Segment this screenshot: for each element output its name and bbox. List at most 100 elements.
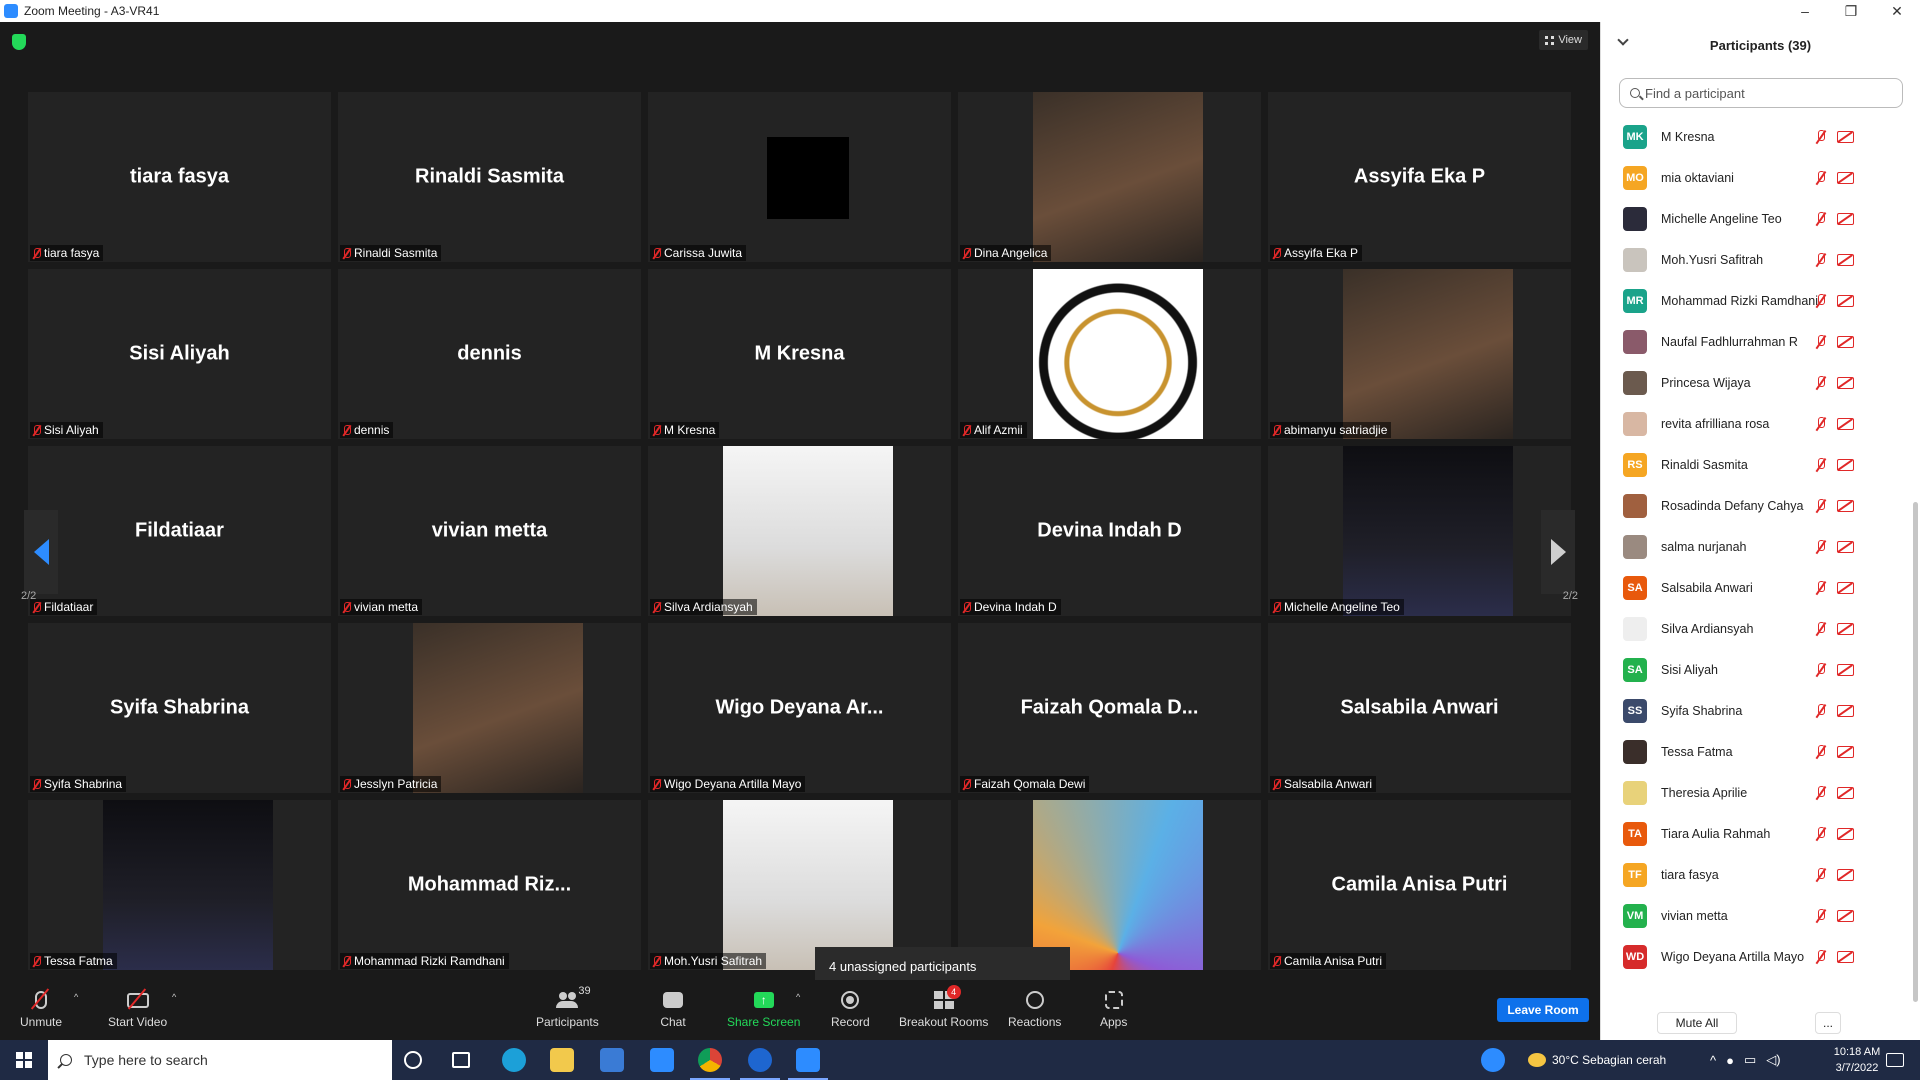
video-off-icon[interactable] [1837, 786, 1854, 799]
video-tile[interactable]: Rinaldi Sasmita Rinaldi Sasmita [338, 92, 641, 262]
participant-row[interactable]: MR Mohammad Rizki Ramdhani [1601, 280, 1911, 321]
video-tile[interactable]: Syifa Shabrina Syifa Shabrina [28, 623, 331, 793]
video-off-icon[interactable] [1837, 827, 1854, 840]
unmute-button[interactable]: Unmute [20, 988, 62, 1029]
participant-row[interactable]: MO mia oktaviani [1601, 157, 1911, 198]
mic-off-icon[interactable] [1815, 867, 1827, 882]
participant-row[interactable]: MK M Kresna [1601, 116, 1911, 157]
participant-row[interactable]: WD Wigo Deyana Artilla Mayo [1601, 936, 1911, 977]
video-off-icon[interactable] [1837, 417, 1854, 430]
mic-off-icon[interactable] [1815, 621, 1827, 636]
breakout-rooms-button[interactable]: 4 Breakout Rooms [899, 985, 988, 1029]
chevron-down-icon[interactable] [1617, 34, 1629, 46]
panel-scrollbar[interactable] [1913, 502, 1918, 1002]
video-tile[interactable]: vivian metta vivian metta [338, 446, 641, 616]
mic-off-icon[interactable] [1815, 416, 1827, 431]
participant-row[interactable]: SS Syifa Shabrina [1601, 690, 1911, 731]
video-tile[interactable]: abimanyu satriadjie [1268, 269, 1571, 439]
video-off-icon[interactable] [1837, 745, 1854, 758]
mic-off-icon[interactable] [1815, 293, 1827, 308]
participant-row[interactable]: salma nurjanah [1601, 526, 1911, 567]
mic-off-icon[interactable] [1815, 129, 1827, 144]
notifications-icon[interactable] [1886, 1053, 1904, 1067]
chat-button[interactable]: Chat [660, 988, 686, 1029]
video-off-icon[interactable] [1837, 294, 1854, 307]
minimize-button[interactable]: – [1782, 0, 1828, 22]
video-tile[interactable]: Mohammad Riz... Mohammad Rizki Ramdhani [338, 800, 641, 970]
video-tile[interactable]: Tessa Fatma [28, 800, 331, 970]
video-off-icon[interactable] [1837, 130, 1854, 143]
mic-off-icon[interactable] [1815, 744, 1827, 759]
edge-icon[interactable] [502, 1048, 526, 1072]
video-off-icon[interactable] [1837, 663, 1854, 676]
help-icon[interactable] [1481, 1048, 1505, 1072]
video-tile[interactable]: Wigo Deyana Ar... Wigo Deyana Artilla May… [648, 623, 951, 793]
microphone-icon[interactable]: ● [1726, 1053, 1734, 1068]
participant-row[interactable]: VM vivian metta [1601, 895, 1911, 936]
video-off-icon[interactable] [1837, 868, 1854, 881]
video-tile[interactable]: Camila Anisa Putri Camila Anisa Putri [1268, 800, 1571, 970]
apps-button[interactable]: Apps [1100, 988, 1127, 1029]
store-icon[interactable] [600, 1048, 624, 1072]
clock[interactable]: 10:18 AM 3/7/2022 [1827, 1044, 1887, 1076]
video-options-caret[interactable]: ^ [172, 992, 176, 1002]
teamviewer-icon[interactable] [740, 1048, 780, 1080]
video-tile[interactable]: M Kresna M Kresna [648, 269, 951, 439]
mic-off-icon[interactable] [1815, 334, 1827, 349]
video-tile[interactable]: Faizah Qomala D... Faizah Qomala Dewi [958, 623, 1261, 793]
participant-row[interactable]: Michelle Angeline Teo [1601, 198, 1911, 239]
file-explorer-icon[interactable] [550, 1048, 574, 1072]
mic-off-icon[interactable] [1815, 949, 1827, 964]
video-tile[interactable]: Carissa Juwita [648, 92, 951, 262]
participant-row[interactable]: Theresia Aprilie [1601, 772, 1911, 813]
mic-off-icon[interactable] [1815, 703, 1827, 718]
reactions-button[interactable]: Reactions [1008, 988, 1061, 1029]
task-view-icon[interactable] [452, 1052, 470, 1068]
mic-off-icon[interactable] [1815, 498, 1827, 513]
video-tile[interactable]: Michelle Angeline Teo [1268, 446, 1571, 616]
mic-off-icon[interactable] [1815, 211, 1827, 226]
audio-options-caret[interactable]: ^ [74, 992, 78, 1002]
mail-icon[interactable] [650, 1048, 674, 1072]
chrome-icon[interactable] [690, 1048, 730, 1080]
video-tile[interactable]: Sisi Aliyah Sisi Aliyah [28, 269, 331, 439]
mute-all-button[interactable]: Mute All [1657, 1012, 1737, 1034]
participant-row[interactable]: Silva Ardiansyah [1601, 608, 1911, 649]
video-off-icon[interactable] [1837, 376, 1854, 389]
start-button[interactable] [0, 1040, 48, 1080]
video-tile[interactable]: Silva Ardiansyah [648, 446, 951, 616]
zoom-taskbar-icon[interactable] [788, 1048, 828, 1080]
video-off-icon[interactable] [1837, 622, 1854, 635]
video-tile[interactable]: Alif Azmii [958, 269, 1261, 439]
participant-row[interactable]: Tessa Fatma [1601, 731, 1911, 772]
cortana-icon[interactable] [404, 1051, 422, 1069]
mic-off-icon[interactable] [1815, 252, 1827, 267]
video-off-icon[interactable] [1837, 171, 1854, 184]
participants-button[interactable]: 39 Participants [536, 985, 599, 1029]
close-button[interactable]: ✕ [1874, 0, 1920, 22]
video-tile[interactable]: Moh.Yusri Safitrah [648, 800, 951, 970]
mic-off-icon[interactable] [1815, 662, 1827, 677]
mic-off-icon[interactable] [1815, 785, 1827, 800]
network-icon[interactable]: ▭ [1744, 1052, 1756, 1068]
video-off-icon[interactable] [1837, 950, 1854, 963]
maximize-button[interactable]: ❐ [1828, 0, 1874, 22]
record-button[interactable]: Record [831, 988, 870, 1029]
video-off-icon[interactable] [1837, 581, 1854, 594]
video-tile[interactable]: Salsabila Anwari Salsabila Anwari [1268, 623, 1571, 793]
participant-row[interactable]: Moh.Yusri Safitrah [1601, 239, 1911, 280]
video-tile[interactable]: tiara fasya tiara fasya [28, 92, 331, 262]
video-off-icon[interactable] [1837, 335, 1854, 348]
participant-row[interactable]: RS Rinaldi Sasmita [1601, 444, 1911, 485]
video-tile[interactable]: Jesslyn Patricia [338, 623, 641, 793]
mic-off-icon[interactable] [1815, 457, 1827, 472]
video-tile[interactable]: ahman R [958, 800, 1261, 970]
participant-row[interactable]: TF tiara fasya [1601, 854, 1911, 895]
next-page-button[interactable]: 2/2 [1541, 510, 1578, 602]
mic-off-icon[interactable] [1815, 580, 1827, 595]
shield-icon[interactable] [12, 34, 26, 50]
view-button[interactable]: View [1539, 30, 1588, 50]
leave-room-button[interactable]: Leave Room [1497, 998, 1589, 1022]
mic-off-icon[interactable] [1815, 170, 1827, 185]
participant-row[interactable]: Naufal Fadhlurrahman R [1601, 321, 1911, 362]
